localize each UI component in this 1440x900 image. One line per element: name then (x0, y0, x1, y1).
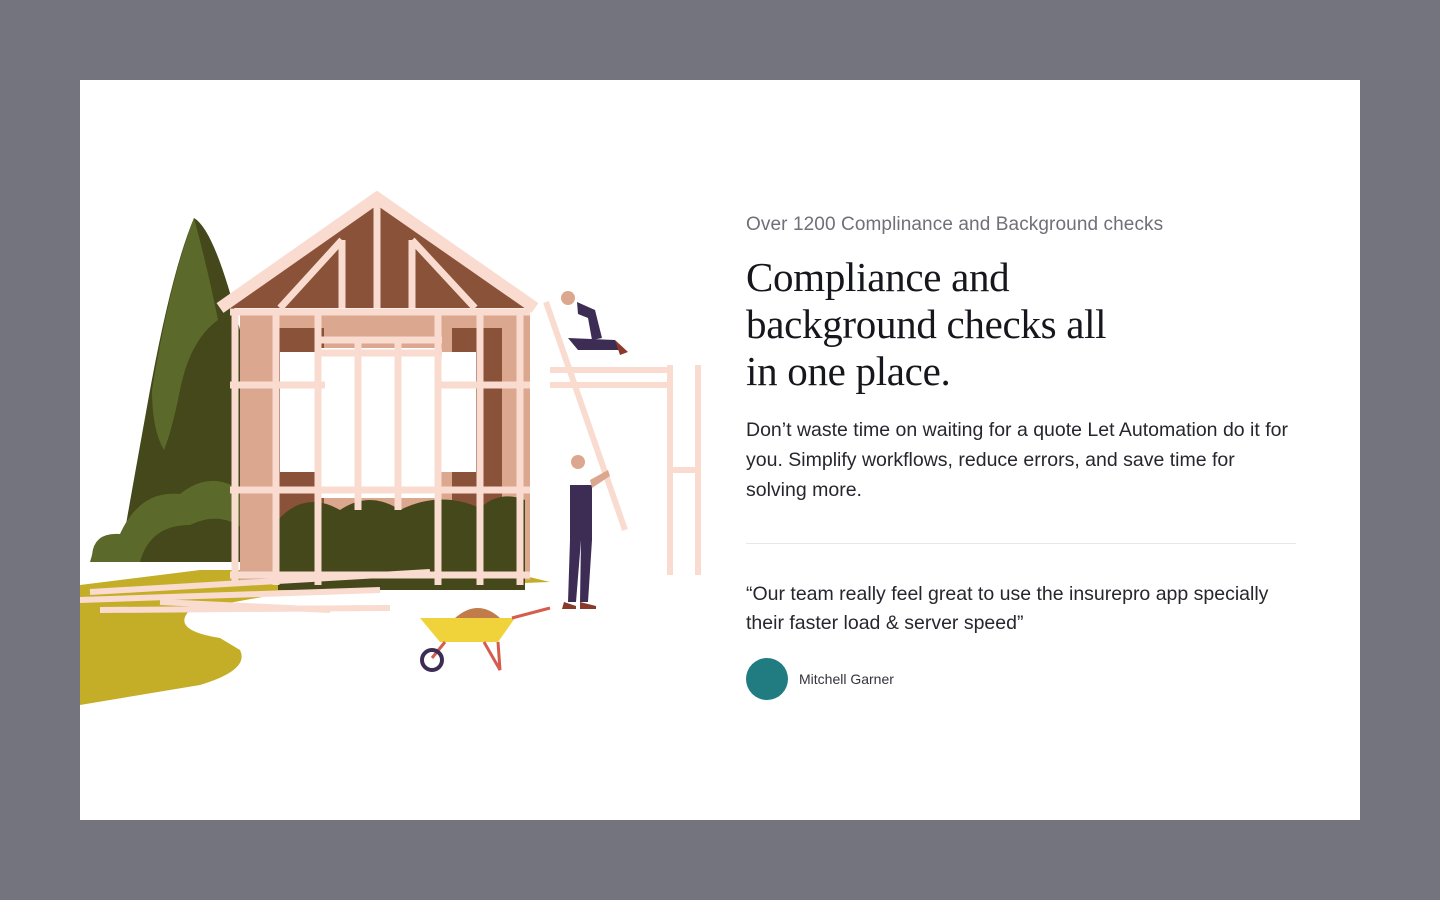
description-text: Don’t waste time on waiting for a quote … (746, 419, 1288, 501)
author-name: Mitchell Garner (799, 671, 894, 687)
headline-line-3: in one place. (746, 348, 951, 394)
divider (746, 543, 1296, 544)
house-construction-illustration (80, 190, 701, 705)
feature-card: Over 1200 Complinance and Background che… (80, 80, 1360, 820)
testimonial-author: Mitchell Garner (746, 658, 1296, 700)
wheelbarrow-icon (420, 606, 551, 672)
eyebrow-text: Over 1200 Complinance and Background che… (746, 214, 1164, 235)
worker-on-ground-icon (562, 455, 610, 609)
headline-line-1: Compliance and (746, 254, 1010, 300)
avatar (746, 658, 788, 700)
content-column: Over 1200 Complinance and Background che… (746, 214, 1296, 700)
worker-on-roof-icon (561, 291, 628, 355)
testimonial-quote: “Our team really feel great to use the i… (746, 583, 1269, 634)
headline-line-2: background checks all (746, 301, 1107, 347)
page-title: Compliance and background checks all in … (746, 254, 1186, 395)
